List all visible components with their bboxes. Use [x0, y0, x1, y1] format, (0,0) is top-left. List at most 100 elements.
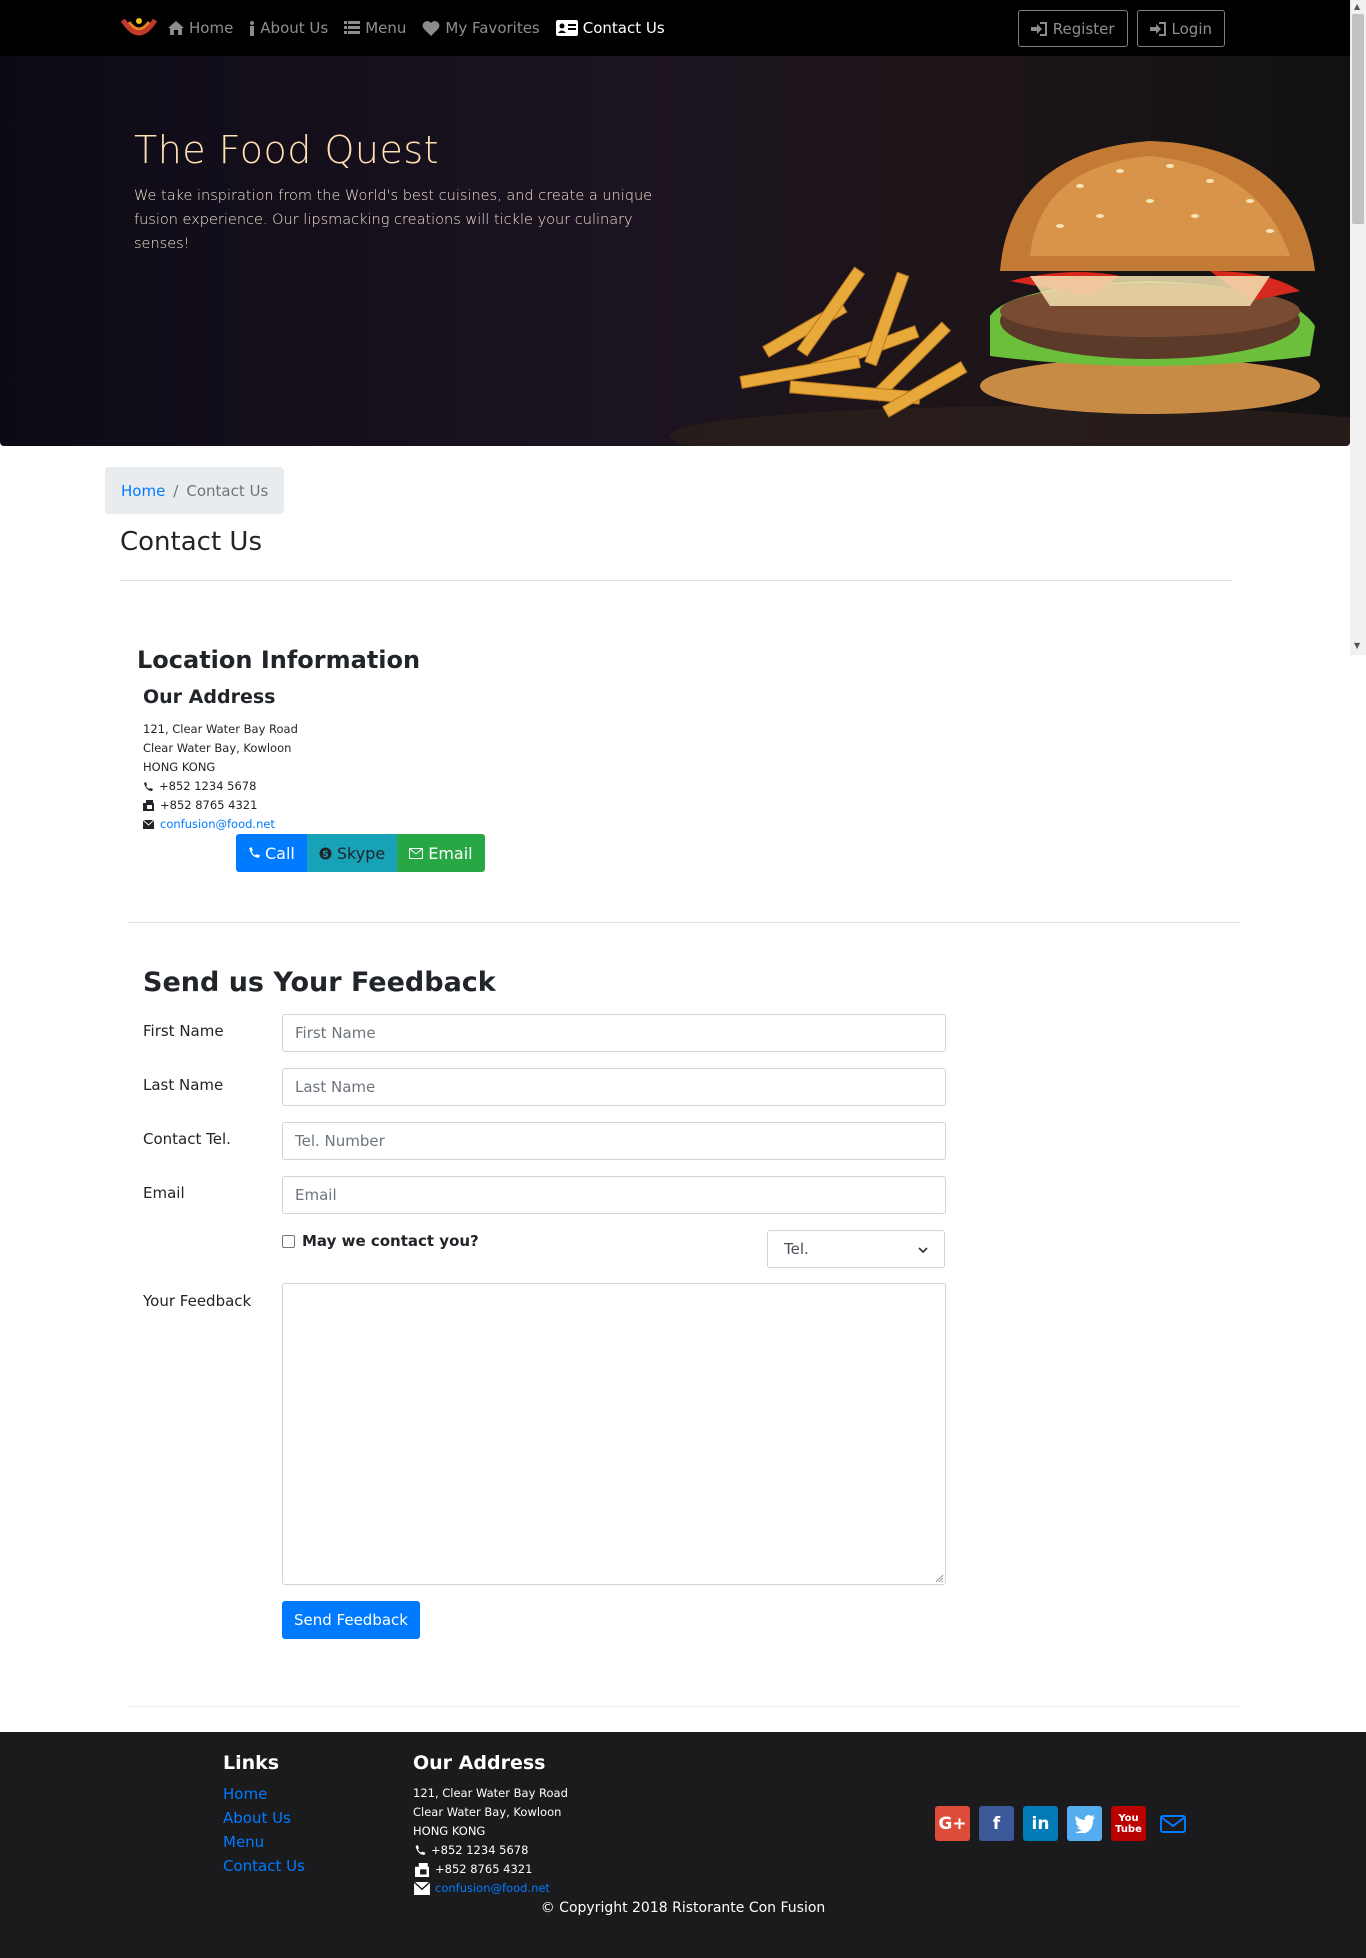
- linkedin-icon[interactable]: in: [1023, 1806, 1058, 1841]
- footer-link-home[interactable]: Home: [223, 1782, 305, 1806]
- call-label: Call: [265, 843, 295, 863]
- email-label: Email: [428, 843, 473, 863]
- nav-item-home[interactable]: Home: [168, 19, 233, 37]
- phone-number: +852 1234 5678: [159, 779, 257, 793]
- contact-checkbox-label[interactable]: May we contact you?: [302, 1232, 479, 1250]
- last-name-input[interactable]: Last Name: [282, 1068, 946, 1106]
- footer-links: Home About Us Menu Contact Us: [223, 1782, 305, 1878]
- footer-address: 121, Clear Water Bay Road Clear Water Ba…: [413, 1784, 568, 1898]
- breadcrumb-home-link[interactable]: Home: [121, 482, 165, 500]
- contact-checkbox[interactable]: [282, 1234, 295, 1248]
- address-line-2: Clear Water Bay, Kowloon: [143, 741, 292, 755]
- footer-email-row: confusion@food.net: [413, 1879, 568, 1898]
- register-label: Register: [1052, 19, 1115, 38]
- contact-consent: May we contact you?: [282, 1232, 479, 1250]
- social-links: G+ f in You Tube: [935, 1806, 1190, 1841]
- resize-handle-icon[interactable]: [934, 1573, 944, 1583]
- breadcrumb: Home / Contact Us: [105, 467, 285, 514]
- page-scrollbar[interactable]: ▲ ▼: [1350, 0, 1366, 655]
- address-line-3: HONG KONG: [143, 760, 216, 774]
- email-field[interactable]: Email: [282, 1176, 946, 1214]
- envelope-icon: [413, 1882, 431, 1895]
- envelope-icon: [143, 820, 154, 829]
- footer-address-line-3: HONG KONG: [413, 1824, 486, 1838]
- nav-item-contact[interactable]: Contact Us: [555, 19, 665, 37]
- page-title: Contact Us: [120, 527, 262, 557]
- feedback-title: Send us Your Feedback: [143, 967, 496, 998]
- footer-link-contact[interactable]: Contact Us: [223, 1854, 305, 1878]
- footer-link-menu[interactable]: Menu: [223, 1830, 305, 1854]
- youtube-icon[interactable]: You Tube: [1111, 1806, 1146, 1841]
- phone-icon: [413, 1845, 427, 1856]
- first-name-label: First Name: [143, 1022, 224, 1040]
- auth-buttons: Register Login: [1017, 10, 1225, 47]
- email-link[interactable]: confusion@food.net: [160, 815, 275, 834]
- first-name-input[interactable]: First Name: [282, 1014, 946, 1052]
- sign-in-icon: [1149, 21, 1166, 36]
- fax-row: +852 8765 4321: [143, 796, 298, 815]
- google-plus-icon[interactable]: G+: [935, 1806, 970, 1841]
- nav-item-label: Menu: [365, 19, 407, 37]
- sign-in-icon: [1030, 21, 1047, 36]
- call-button[interactable]: Call: [236, 834, 307, 872]
- login-button[interactable]: Login: [1136, 10, 1225, 47]
- jumbotron: The Food Quest We take inspiration from …: [0, 56, 1350, 446]
- phone-icon: [248, 847, 260, 859]
- nav-item-about[interactable]: About Us: [249, 19, 328, 37]
- phone-row: +852 1234 5678: [143, 777, 298, 796]
- svg-text:S: S: [322, 850, 328, 860]
- contact-method-value: Tel.: [784, 1240, 809, 1258]
- tel-label: Contact Tel.: [143, 1130, 231, 1148]
- email-field-label: Email: [143, 1184, 185, 1202]
- address-line-1: 121, Clear Water Bay Road: [143, 722, 298, 736]
- footer-address-line-1: 121, Clear Water Bay Road: [413, 1786, 568, 1800]
- footer-phone-row: +852 1234 5678: [413, 1841, 568, 1860]
- footer-phone: +852 1234 5678: [431, 1843, 529, 1857]
- register-button[interactable]: Register: [1017, 10, 1128, 47]
- nav-item-label: About Us: [260, 19, 329, 37]
- footer-link-about[interactable]: About Us: [223, 1806, 305, 1830]
- fax-number: +852 8765 4321: [160, 798, 258, 812]
- feedback-label: Your Feedback: [143, 1292, 252, 1310]
- last-name-label: Last Name: [143, 1076, 224, 1094]
- skype-label: Skype: [336, 843, 386, 863]
- envelope-icon: [409, 847, 424, 859]
- fax-icon: [413, 1862, 431, 1877]
- mail-icon[interactable]: [1155, 1806, 1190, 1841]
- phone-icon: [143, 781, 153, 792]
- email-button[interactable]: Email: [397, 834, 485, 872]
- nav-item-menu[interactable]: Menu: [344, 19, 406, 37]
- facebook-icon[interactable]: f: [979, 1806, 1014, 1841]
- footer-email-link[interactable]: confusion@food.net: [435, 1879, 550, 1898]
- footer-fax-row: +852 8765 4321: [413, 1860, 568, 1879]
- login-label: Login: [1171, 19, 1212, 38]
- tel-input[interactable]: Tel. Number: [282, 1122, 946, 1160]
- footer-address-line-2: Clear Water Bay, Kowloon: [413, 1805, 562, 1819]
- jumbotron-text: We take inspiration from the World's bes…: [134, 188, 653, 252]
- footer-fax: +852 8765 4321: [435, 1862, 533, 1876]
- contact-button-group: Call S Skype Email: [236, 834, 485, 872]
- nav-item-favorites[interactable]: My Favorites: [422, 19, 540, 37]
- scroll-down-icon[interactable]: ▼: [1354, 641, 1360, 650]
- footer-address-title: Our Address: [413, 1752, 546, 1774]
- burger-fries-image: [670, 141, 1350, 446]
- contact-method-select[interactable]: Tel.: [767, 1230, 945, 1268]
- divider: [120, 580, 1232, 581]
- scroll-up-icon[interactable]: ▲: [1354, 2, 1360, 11]
- skype-icon: S: [319, 847, 332, 860]
- brand-logo[interactable]: [119, 12, 159, 42]
- divider: [128, 922, 1240, 923]
- send-feedback-button[interactable]: Send Feedback: [282, 1601, 420, 1639]
- scrollbar-thumb[interactable]: [1352, 14, 1364, 224]
- skype-button[interactable]: S Skype: [306, 834, 398, 872]
- fax-icon: [143, 800, 154, 811]
- address-block: 121, Clear Water Bay Road Clear Water Ba…: [143, 720, 298, 834]
- twitter-icon[interactable]: [1067, 1806, 1102, 1841]
- nav-menu: Home About Us Menu My Favorites Contact …: [168, 0, 681, 56]
- feedback-textarea[interactable]: [282, 1283, 946, 1585]
- divider: [128, 1706, 1240, 1707]
- nav-item-label: My Favorites: [445, 19, 540, 37]
- info-icon: [249, 20, 255, 36]
- breadcrumb-current: Contact Us: [186, 481, 269, 500]
- jumbotron-title: The Food Quest: [134, 128, 440, 172]
